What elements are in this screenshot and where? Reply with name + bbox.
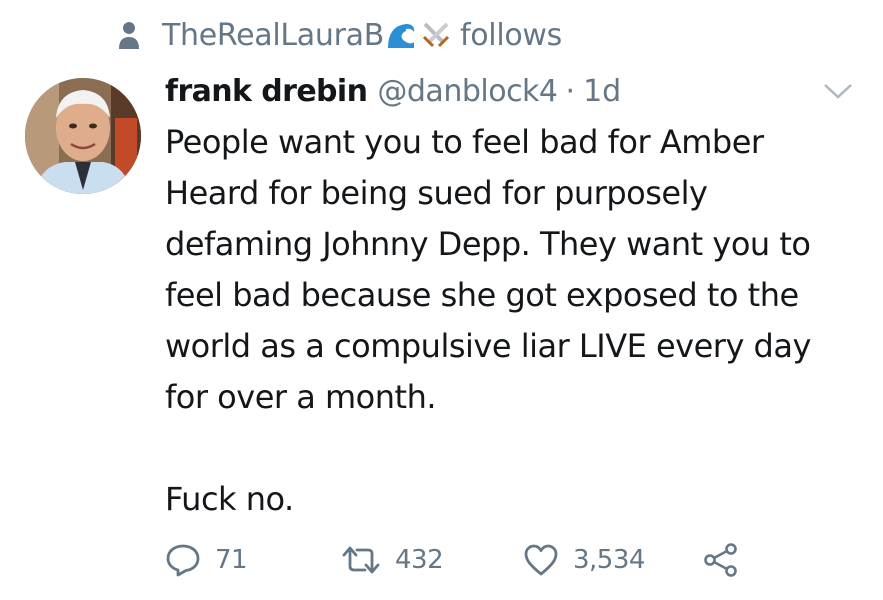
tweet-line: for over a month. (165, 378, 437, 416)
share-icon (704, 543, 737, 577)
tweet-line: world as a compulsive liar LIVE every da… (165, 327, 811, 365)
action-bar: 71 432 3,534 (165, 538, 765, 582)
wave-emoji (386, 20, 416, 50)
tweet-line: People want you to feel bad for Amber (165, 123, 764, 161)
retweet-icon (342, 546, 380, 574)
tweet-line: feel bad because she got exposed to the (165, 276, 799, 314)
reply-count: 71 (215, 545, 248, 575)
chevron-down-icon[interactable] (821, 80, 855, 102)
avatar[interactable] (25, 78, 141, 194)
person-icon (119, 22, 139, 49)
tweet-line: Fuck no. (165, 480, 294, 518)
crossed-swords-emoji (420, 19, 452, 51)
separator-dot: · (565, 73, 576, 109)
retweet-count: 432 (395, 545, 444, 575)
tweet-line: Heard for being sued for purposely (165, 174, 708, 212)
like-count: 3,534 (573, 545, 645, 575)
reply-icon (166, 544, 200, 577)
social-context[interactable]: TheRealLauraB follows (118, 13, 562, 57)
like-button[interactable]: 3,534 (523, 538, 645, 582)
heart-icon (524, 544, 558, 576)
tweet-header: frank drebin @danblock4 · 1d (165, 70, 621, 112)
tweet-line: defaming Johnny Depp. They want you to (165, 225, 811, 263)
reply-button[interactable]: 71 (165, 538, 248, 582)
share-button[interactable] (703, 538, 739, 582)
context-follows: follows (459, 17, 562, 53)
display-name[interactable]: frank drebin (165, 74, 368, 109)
tweet-text: People want you to feel bad for Amber He… (165, 117, 875, 525)
context-username: TheRealLauraB (162, 17, 384, 53)
timestamp[interactable]: 1d (583, 74, 621, 109)
retweet-button[interactable]: 432 (341, 538, 444, 582)
username-handle[interactable]: @danblock4 (377, 74, 558, 109)
